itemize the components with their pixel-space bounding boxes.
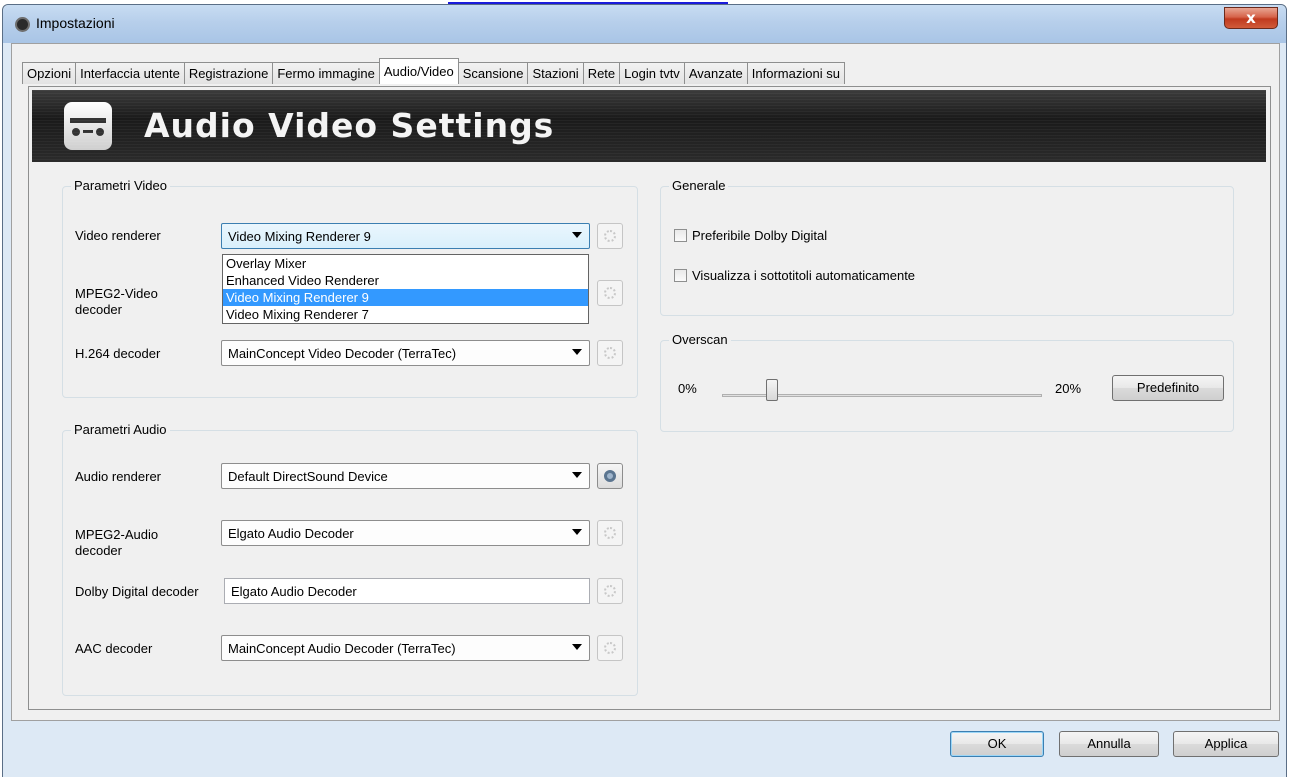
- aac-decoder-select[interactable]: MainConcept Audio Decoder (TerraTec): [221, 635, 590, 661]
- tab-scansione[interactable]: Scansione: [457, 62, 529, 84]
- gear-icon: [604, 527, 616, 539]
- mpeg2-video-gear-button[interactable]: [597, 280, 623, 306]
- chevron-down-icon: [572, 529, 582, 535]
- video-renderer-label: Video renderer: [75, 228, 161, 243]
- tab-stazioni[interactable]: Stazioni: [527, 62, 584, 84]
- settings-banner: Audio Video Settings: [32, 90, 1266, 162]
- overscan-min-label: 0%: [678, 381, 697, 396]
- gear-icon: [604, 585, 616, 597]
- overscan-slider-thumb[interactable]: [766, 379, 778, 401]
- aac-decoder-label: AAC decoder: [75, 641, 153, 656]
- video-renderer-select[interactable]: Video Mixing Renderer 9: [221, 223, 590, 249]
- title-bar[interactable]: Impostazioni x: [3, 5, 1286, 43]
- cancel-button[interactable]: Annulla: [1059, 731, 1159, 757]
- chevron-down-icon: [572, 472, 582, 478]
- audio-renderer-gear-button[interactable]: [597, 463, 623, 489]
- gear-icon: [604, 347, 616, 359]
- apply-button[interactable]: Applica: [1173, 731, 1279, 757]
- dropdown-option-vmr9[interactable]: Video Mixing Renderer 9: [223, 289, 588, 306]
- tab-strip: Opzioni Interfaccia utente Registrazione…: [22, 58, 845, 84]
- dropdown-option-vmr7[interactable]: Video Mixing Renderer 7: [223, 306, 588, 323]
- gear-icon: [604, 287, 616, 299]
- mpeg2-audio-select[interactable]: Elgato Audio Decoder: [221, 520, 590, 546]
- subtitles-row[interactable]: Visualizza i sottotitoli automaticamente: [674, 268, 915, 283]
- h264-decoder-select[interactable]: MainConcept Video Decoder (TerraTec): [221, 340, 590, 366]
- chevron-down-icon: [572, 232, 582, 238]
- tab-registrazione[interactable]: Registrazione: [183, 62, 274, 84]
- general-group: Generale: [660, 178, 1234, 316]
- video-renderer-value: Video Mixing Renderer 9: [228, 229, 371, 244]
- prefer-dolby-row[interactable]: Preferibile Dolby Digital: [674, 228, 827, 243]
- aac-decoder-value: MainConcept Audio Decoder (TerraTec): [228, 641, 456, 656]
- video-renderer-dropdown: Overlay Mixer Enhanced Video Renderer Vi…: [222, 254, 589, 324]
- tab-login-tvtv[interactable]: Login tvtv: [619, 62, 685, 84]
- dolby-digital-decoder-field[interactable]: Elgato Audio Decoder: [224, 578, 590, 604]
- aac-gear-button[interactable]: [597, 635, 623, 661]
- dolby-digital-label: Dolby Digital decoder: [75, 584, 199, 599]
- window-title: Impostazioni: [36, 15, 115, 31]
- general-legend: Generale: [669, 178, 729, 193]
- tab-informazioni-su[interactable]: Informazioni su: [746, 62, 845, 84]
- mpeg2-audio-gear-button[interactable]: [597, 520, 623, 546]
- banner-title: Audio Video Settings: [144, 106, 555, 145]
- audio-renderer-select[interactable]: Default DirectSound Device: [221, 463, 590, 489]
- dolby-digital-value: Elgato Audio Decoder: [231, 584, 357, 599]
- audio-params-legend: Parametri Audio: [71, 422, 170, 437]
- video-renderer-gear-button[interactable]: [597, 223, 623, 249]
- mpeg2-audio-label: MPEG2-Audio decoder: [75, 527, 159, 558]
- mpeg2-audio-value: Elgato Audio Decoder: [228, 526, 354, 541]
- tab-interfaccia-utente[interactable]: Interfaccia utente: [75, 62, 185, 84]
- h264-decoder-value: MainConcept Video Decoder (TerraTec): [228, 346, 457, 361]
- gear-icon: [604, 642, 616, 654]
- app-icon: [15, 17, 30, 32]
- subtitles-label: Visualizza i sottotitoli automaticamente: [692, 268, 916, 283]
- video-params-legend: Parametri Video: [71, 178, 170, 193]
- tab-opzioni[interactable]: Opzioni: [22, 62, 77, 84]
- mpeg2-video-label: MPEG2-Video decoder: [75, 286, 158, 317]
- h264-gear-button[interactable]: [597, 340, 623, 366]
- audio-renderer-value: Default DirectSound Device: [228, 469, 388, 484]
- overscan-default-button[interactable]: Predefinito: [1112, 375, 1224, 401]
- bottom-edge: [0, 777, 1289, 781]
- prefer-dolby-checkbox[interactable]: [674, 229, 687, 242]
- chevron-down-icon: [572, 644, 582, 650]
- prefer-dolby-label: Preferibile Dolby Digital: [692, 228, 828, 243]
- audio-renderer-label: Audio renderer: [75, 469, 161, 484]
- tab-avanzate[interactable]: Avanzate: [683, 62, 748, 84]
- tab-audio-video[interactable]: Audio/Video: [378, 58, 459, 84]
- overscan-max-label: 20%: [1055, 381, 1082, 396]
- gear-icon: [604, 230, 616, 242]
- dropdown-option-overlay-mixer[interactable]: Overlay Mixer: [223, 255, 588, 272]
- tab-fermo-immagine[interactable]: Fermo immagine: [272, 62, 380, 84]
- ok-button[interactable]: OK: [950, 731, 1044, 757]
- dropdown-option-enhanced-video-renderer[interactable]: Enhanced Video Renderer: [223, 272, 588, 289]
- dolby-gear-button[interactable]: [597, 578, 623, 604]
- overscan-legend: Overscan: [669, 332, 731, 347]
- tab-rete[interactable]: Rete: [582, 62, 621, 84]
- audio-video-icon: [64, 102, 112, 150]
- close-button[interactable]: x: [1224, 7, 1278, 29]
- chevron-down-icon: [572, 349, 582, 355]
- gear-icon: [604, 470, 616, 482]
- h264-label: H.264 decoder: [75, 346, 161, 361]
- subtitles-checkbox[interactable]: [674, 269, 687, 282]
